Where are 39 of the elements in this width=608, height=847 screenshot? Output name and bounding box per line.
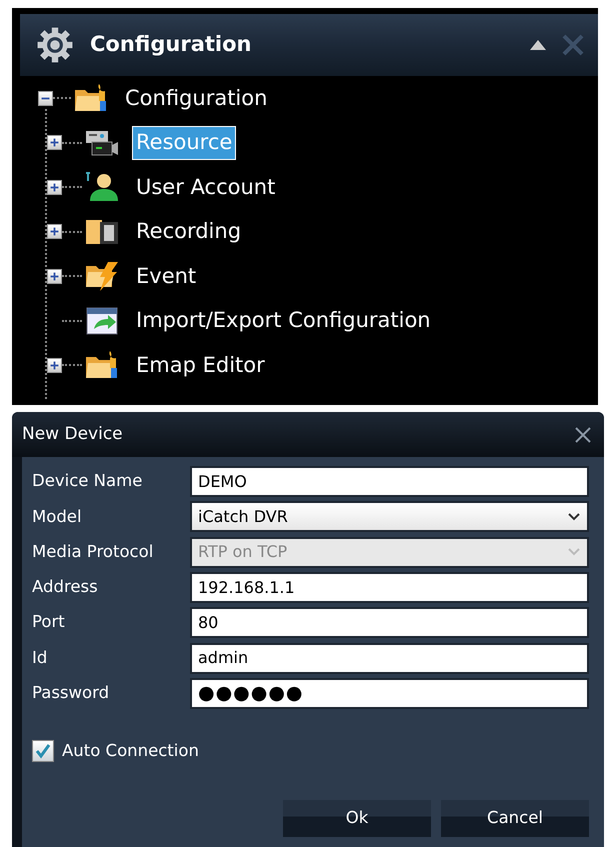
field-label: Port: [32, 611, 66, 634]
tree-item[interactable]: Configuration: [121, 82, 272, 115]
collapse-arrow-icon[interactable]: [530, 40, 546, 50]
close-icon[interactable]: [574, 426, 592, 444]
input-field[interactable]: 192.168.1.1: [190, 572, 589, 604]
input-field[interactable]: admin: [190, 642, 589, 674]
expand-icon[interactable]: [47, 268, 62, 284]
checkbox[interactable]: [32, 740, 54, 762]
expand-icon[interactable]: [47, 224, 62, 240]
tree-item[interactable]: Emap Editor: [132, 348, 269, 382]
input-field[interactable]: DEMO: [190, 466, 589, 498]
tree-item[interactable]: Event: [132, 260, 200, 293]
chevron-down-icon: [567, 512, 581, 522]
expand-icon[interactable]: [47, 180, 62, 195]
password-field[interactable]: ●●●●●●: [190, 678, 589, 709]
ok-button[interactable]: Ok: [283, 800, 431, 837]
cancel-button[interactable]: Cancel: [441, 800, 589, 837]
field-label: Media Protocol: [32, 540, 154, 563]
expand-icon[interactable]: [47, 135, 62, 150]
chevron-down-icon: [567, 547, 581, 558]
field-label: Device Name: [32, 470, 144, 492]
check-icon: [35, 743, 51, 760]
field-label: Model: [32, 506, 83, 528]
tree-item[interactable]: User Account: [132, 170, 280, 204]
input-field[interactable]: 80: [190, 607, 589, 638]
tree-item[interactable]: Recording: [132, 215, 246, 248]
folder-lightning-icon: [84, 260, 120, 292]
user-icon: [84, 171, 120, 204]
expand-icon[interactable]: [47, 358, 62, 373]
field-label: Id: [32, 646, 48, 669]
checkbox-label: Auto Connection: [62, 740, 199, 762]
collapse-icon[interactable]: [38, 90, 53, 106]
gear-icon: [36, 26, 74, 64]
dialog-title: New Device: [22, 422, 123, 446]
field-label: Address: [32, 576, 99, 598]
tree-item[interactable]: Import/Export Configuration: [132, 304, 435, 338]
panel-title: Configuration: [90, 31, 252, 58]
field-label: Password: [32, 682, 110, 704]
dropdown[interactable]: iCatch DVR: [190, 501, 589, 532]
